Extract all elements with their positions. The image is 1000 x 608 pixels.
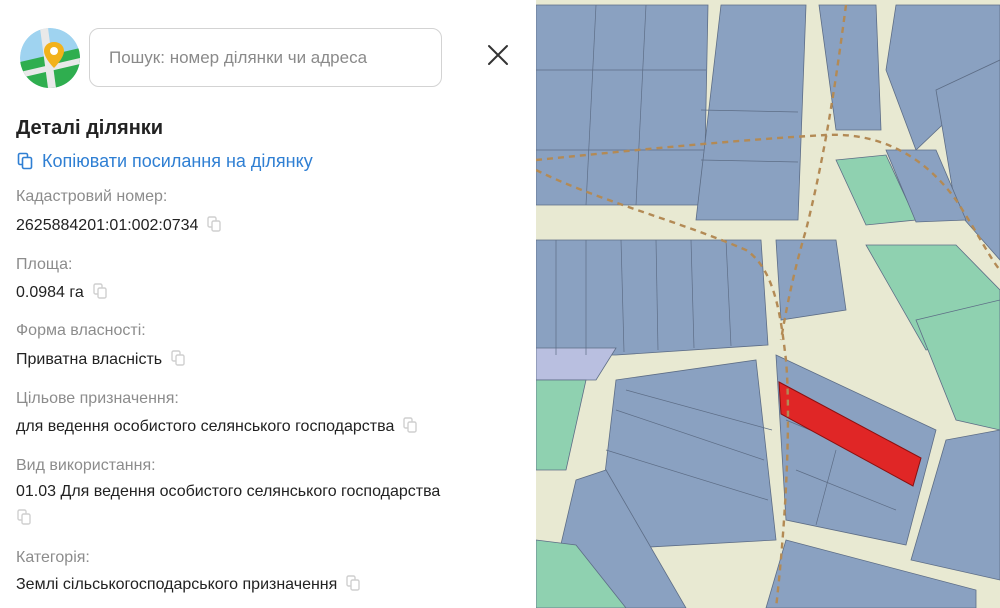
close-button[interactable] bbox=[484, 41, 512, 69]
copy-icon bbox=[17, 152, 33, 170]
app-logo-icon[interactable] bbox=[20, 28, 80, 88]
copy-icon[interactable] bbox=[206, 216, 222, 232]
parcel[interactable] bbox=[536, 379, 587, 471]
copy-link-label: Копіювати посилання на ділянку bbox=[42, 150, 313, 171]
parcel[interactable] bbox=[536, 347, 617, 381]
usage-type-text: 01.03 Для ведення особистого селянського… bbox=[16, 483, 441, 500]
details-panel: Деталі ділянки Копіювати посилання на ді… bbox=[0, 0, 536, 608]
copy-icon[interactable] bbox=[16, 509, 32, 525]
field-value-ownership: Приватна власність bbox=[16, 349, 521, 371]
ownership-text: Приватна власність bbox=[16, 351, 163, 368]
parcel[interactable] bbox=[915, 299, 1000, 431]
field-value-cadastral-number: 2625884201:01:002:0734 bbox=[16, 215, 521, 237]
field-value-area: 0.0984 га bbox=[16, 282, 521, 304]
search-input[interactable] bbox=[89, 28, 442, 87]
parcel[interactable] bbox=[536, 239, 769, 356]
category-text: Землі сільськогосподарського призначення bbox=[16, 576, 338, 593]
field-label-cadastral-number: Кадастровий номер: bbox=[16, 188, 168, 205]
purpose-text: для ведення особистого селянського госпо… bbox=[16, 418, 395, 435]
field-value-purpose: для ведення особистого селянського госпо… bbox=[16, 416, 521, 438]
copy-icon[interactable] bbox=[170, 350, 186, 366]
cadastral-map[interactable] bbox=[536, 0, 1000, 608]
field-label-ownership: Форма власності: bbox=[16, 322, 146, 339]
parcel[interactable] bbox=[695, 4, 807, 221]
copy-icon[interactable] bbox=[92, 283, 108, 299]
close-icon bbox=[488, 45, 508, 65]
area-text: 0.0984 га bbox=[16, 284, 84, 301]
parcel[interactable] bbox=[536, 0, 1000, 4]
field-value-usage-type: 01.03 Для ведення особистого селянського… bbox=[16, 481, 521, 525]
page-title: Деталі ділянки bbox=[16, 117, 164, 139]
field-label-area: Площа: bbox=[16, 256, 73, 273]
field-label-purpose: Цільове призначення: bbox=[16, 390, 179, 407]
parcel[interactable] bbox=[536, 4, 709, 206]
parcel[interactable] bbox=[818, 4, 882, 131]
copy-icon[interactable] bbox=[345, 575, 361, 591]
field-value-category: Землі сільськогосподарського призначення bbox=[16, 574, 521, 596]
copy-icon[interactable] bbox=[402, 417, 418, 433]
field-label-usage-type: Вид використання: bbox=[16, 457, 156, 474]
copy-link-button[interactable]: Копіювати посилання на ділянку bbox=[16, 148, 313, 174]
parcel[interactable] bbox=[935, 59, 1000, 261]
field-label-category: Категорія: bbox=[16, 549, 90, 566]
cadastral-number-text: 2625884201:01:002:0734 bbox=[16, 217, 199, 234]
